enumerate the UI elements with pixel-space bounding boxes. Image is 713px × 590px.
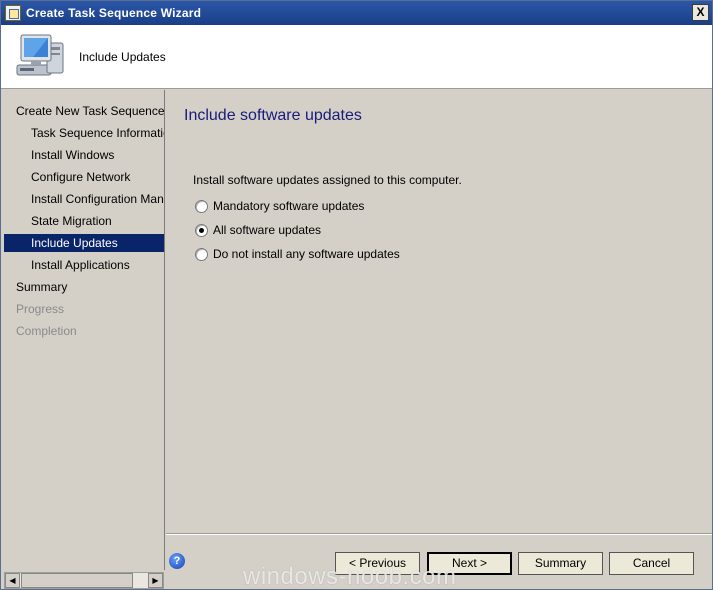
sidebar-item-include-updates[interactable]: Include Updates — [4, 234, 164, 252]
wizard-app-icon — [5, 5, 21, 21]
sidebar-item-install-configuration-manager[interactable]: Install Configuration Manag — [4, 190, 164, 208]
sidebar-item-progress: Progress — [16, 302, 65, 316]
scroll-right-arrow-icon[interactable]: ▶ — [148, 573, 163, 588]
previous-button[interactable]: < Previous — [335, 552, 420, 575]
radio-no-updates[interactable] — [195, 247, 208, 261]
footer-divider — [166, 533, 712, 535]
computer-icon — [16, 34, 64, 76]
wizard-content: Include software updates Install softwar… — [166, 90, 712, 533]
radio-all-updates[interactable] — [195, 223, 208, 237]
sidebar-item-task-sequence-information[interactable]: Task Sequence Information — [4, 124, 164, 142]
option-label: Do not install any software updates — [213, 247, 400, 261]
radio-mandatory-updates[interactable] — [195, 199, 208, 213]
wizard-header: Include Updates — [1, 25, 712, 89]
cancel-button[interactable]: Cancel — [609, 552, 694, 575]
option-label: Mandatory software updates — [213, 199, 365, 213]
sidebar-item-configure-network[interactable]: Configure Network — [4, 168, 164, 186]
sidebar-item-create-new-task-sequence[interactable]: Create New Task Sequence — [4, 102, 164, 120]
window-title: Create Task Sequence Wizard — [26, 6, 202, 20]
scroll-left-arrow-icon[interactable]: ◀ — [5, 573, 20, 588]
sidebar-item-install-applications[interactable]: Install Applications — [4, 256, 164, 274]
summary-button[interactable]: Summary — [518, 552, 603, 575]
close-button[interactable]: X — [692, 4, 709, 21]
sidebar-item-state-migration[interactable]: State Migration — [4, 212, 164, 230]
help-icon[interactable]: ? — [169, 553, 185, 569]
next-button[interactable]: Next > — [427, 552, 512, 575]
page-title: Include software updates — [184, 107, 362, 124]
sidebar-item-install-windows[interactable]: Install Windows — [4, 146, 164, 164]
header-title: Include Updates — [79, 50, 166, 64]
title-bar: Create Task Sequence Wizard X — [1, 1, 712, 25]
option-all-updates[interactable]: All software updates — [195, 222, 321, 238]
sidebar-horizontal-scrollbar[interactable]: ◀ ▶ — [4, 572, 164, 589]
sidebar-item-summary[interactable]: Summary — [4, 278, 164, 296]
wizard-window: Create Task Sequence Wizard X Include Up… — [0, 0, 713, 590]
page-description: Install software updates assigned to thi… — [193, 173, 462, 187]
scrollbar-thumb[interactable] — [21, 573, 133, 588]
option-no-updates[interactable]: Do not install any software updates — [195, 246, 400, 262]
wizard-steps-sidebar: Create New Task Sequence Task Sequence I… — [1, 90, 165, 570]
option-label: All software updates — [213, 223, 322, 237]
option-mandatory-updates[interactable]: Mandatory software updates — [195, 198, 364, 214]
sidebar-item-completion: Completion — [16, 324, 77, 338]
